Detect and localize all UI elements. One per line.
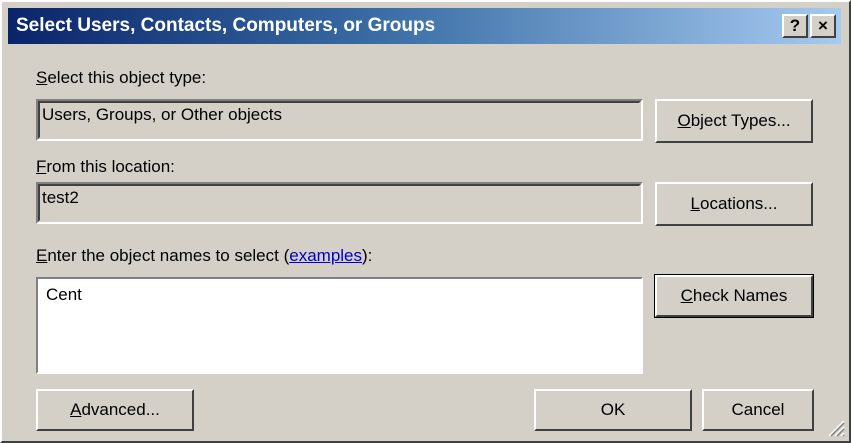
object-type-value: Users, Groups, or Other objects <box>42 105 282 124</box>
locations-button[interactable]: Locations... <box>655 182 813 226</box>
object-types-button[interactable]: Object Types... <box>655 99 813 143</box>
select-users-dialog: Select Users, Contacts, Computers, or Gr… <box>0 0 851 443</box>
object-type-label: Select this object type: <box>36 68 207 87</box>
examples-link[interactable]: examples <box>289 246 362 265</box>
title-bar[interactable]: Select Users, Contacts, Computers, or Gr… <box>8 8 841 44</box>
ok-button[interactable]: OK <box>534 389 692 431</box>
help-button[interactable]: ? <box>782 14 808 38</box>
cancel-button[interactable]: Cancel <box>702 389 814 431</box>
location-field: test2 <box>36 182 643 224</box>
location-label: From this location: <box>36 157 175 176</box>
check-names-button[interactable]: Check Names <box>654 274 814 318</box>
location-value: test2 <box>42 188 79 207</box>
close-button[interactable]: × <box>810 14 836 38</box>
object-names-input[interactable] <box>36 277 643 374</box>
object-type-field: Users, Groups, or Other objects <box>36 99 643 141</box>
advanced-button[interactable]: Advanced... <box>36 389 194 431</box>
object-names-label: Enter the object names to select (exampl… <box>36 246 373 265</box>
resize-grip-icon[interactable] <box>825 417 845 437</box>
dialog-title: Select Users, Contacts, Computers, or Gr… <box>16 15 436 36</box>
